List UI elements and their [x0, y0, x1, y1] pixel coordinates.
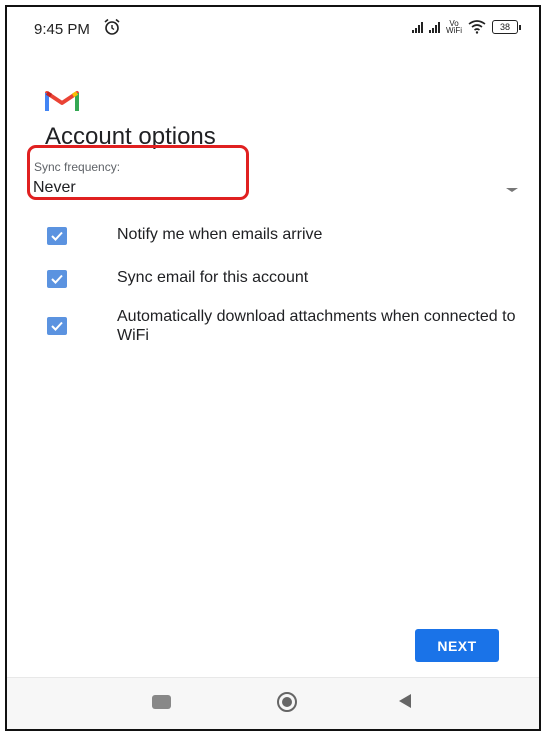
option-label: Notify me when emails arrive [117, 226, 323, 243]
signal-icon [429, 21, 440, 33]
option-auto-download[interactable]: Automatically download attachments when … [47, 307, 527, 349]
page-title: Account options [45, 123, 216, 150]
clock-time: 9:45 PM [34, 21, 90, 38]
option-label: Automatically download attachments when … [117, 308, 516, 344]
option-sync-email[interactable]: Sync email for this account [47, 264, 527, 292]
gmail-logo-icon [45, 91, 79, 111]
sync-frequency-value: Never [33, 179, 76, 196]
battery-level: 38 [492, 20, 518, 34]
nav-home-icon[interactable] [277, 692, 297, 712]
vowifi-icon: Vo WiFi [446, 20, 462, 35]
checkbox-checked-icon[interactable] [47, 317, 67, 335]
nav-back-icon[interactable] [399, 694, 411, 708]
option-label: Sync email for this account [117, 269, 309, 286]
status-bar: 9:45 PM Vo WiFi 38 [7, 7, 539, 57]
dropdown-arrow-icon [506, 188, 518, 192]
nav-recents-icon[interactable] [152, 695, 171, 709]
wifi-icon [468, 20, 486, 34]
checkbox-checked-icon[interactable] [47, 270, 67, 288]
checkbox-checked-icon[interactable] [47, 227, 67, 245]
status-icons: Vo WiFi 38 [412, 20, 521, 35]
battery-icon: 38 [492, 20, 521, 34]
system-nav-bar [7, 678, 539, 729]
option-notify-emails[interactable]: Notify me when emails arrive [47, 221, 527, 249]
signal-icon [412, 21, 423, 33]
phone-screen: 9:45 PM Vo WiFi 38 Account options Sync … [5, 5, 541, 731]
sync-frequency-dropdown[interactable] [27, 172, 521, 212]
alarm-icon [104, 18, 120, 35]
next-button[interactable]: NEXT [415, 629, 499, 662]
vowifi-bottom-text: WiFi [446, 26, 462, 35]
